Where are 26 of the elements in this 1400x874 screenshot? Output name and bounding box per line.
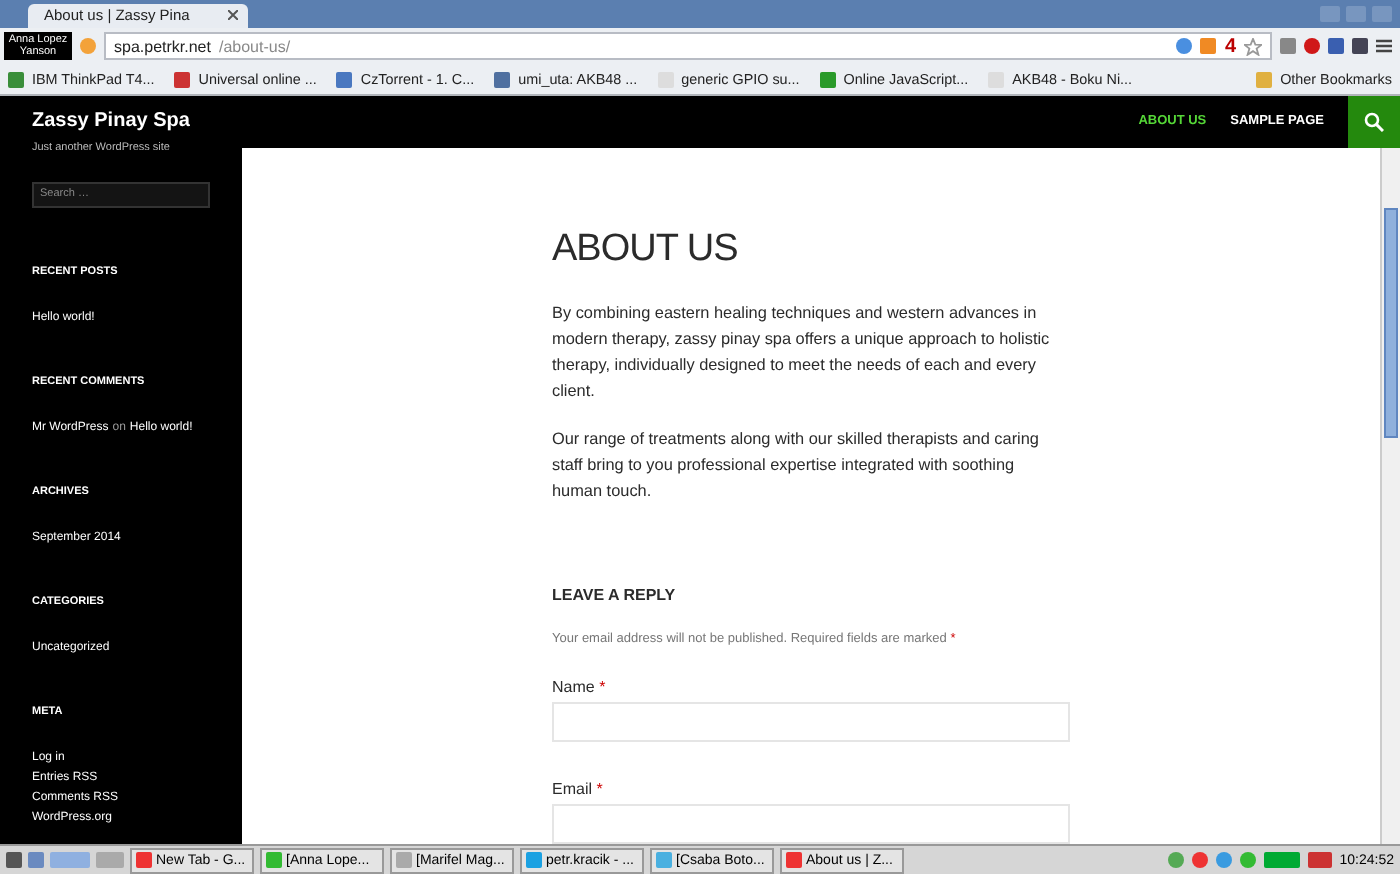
star-icon[interactable] (1244, 37, 1262, 56)
workspace-button[interactable] (50, 852, 90, 869)
circle-icon (80, 38, 96, 55)
reply-heading: LEAVE A REPLY (552, 585, 678, 604)
field-label: Name * (552, 677, 608, 696)
page-title: ABOUT US (552, 227, 740, 272)
search-button[interactable] (1348, 95, 1400, 148)
field-label: Email * (552, 779, 605, 798)
circle-icon (1304, 38, 1320, 55)
maximize-button[interactable] (1346, 5, 1366, 22)
site-title[interactable]: Zassy Pinay Spa (32, 110, 190, 133)
minimize-button[interactable] (1320, 5, 1340, 22)
paragraph: By combining eastern healing techniques and western advances in modern therapy, zassy pinay spa offers a unique approach to holistic therapy, individually designed to meet the needs of each and every client. (552, 301, 1052, 404)
input-field[interactable] (552, 803, 1070, 844)
close-button[interactable] (1372, 5, 1392, 22)
workspace-button[interactable] (96, 852, 124, 869)
address-bar[interactable]: spa.petrkr.net /about-us/ 4 (104, 32, 1272, 61)
close-icon[interactable] (228, 10, 238, 21)
circle-icon (1176, 38, 1193, 55)
scrollbar[interactable] (1380, 147, 1400, 845)
paragraph: Our range of treatments along with our skilled therapists and caring staff bring to you professional expertise integrated with soothing human touch. (552, 427, 1041, 504)
input-field[interactable] (552, 701, 1070, 742)
scrollbar-thumb[interactable] (1384, 207, 1398, 438)
extension-count[interactable]: 4 (1224, 35, 1236, 58)
menu-icon[interactable] (1376, 38, 1392, 55)
search-icon (1364, 111, 1384, 132)
